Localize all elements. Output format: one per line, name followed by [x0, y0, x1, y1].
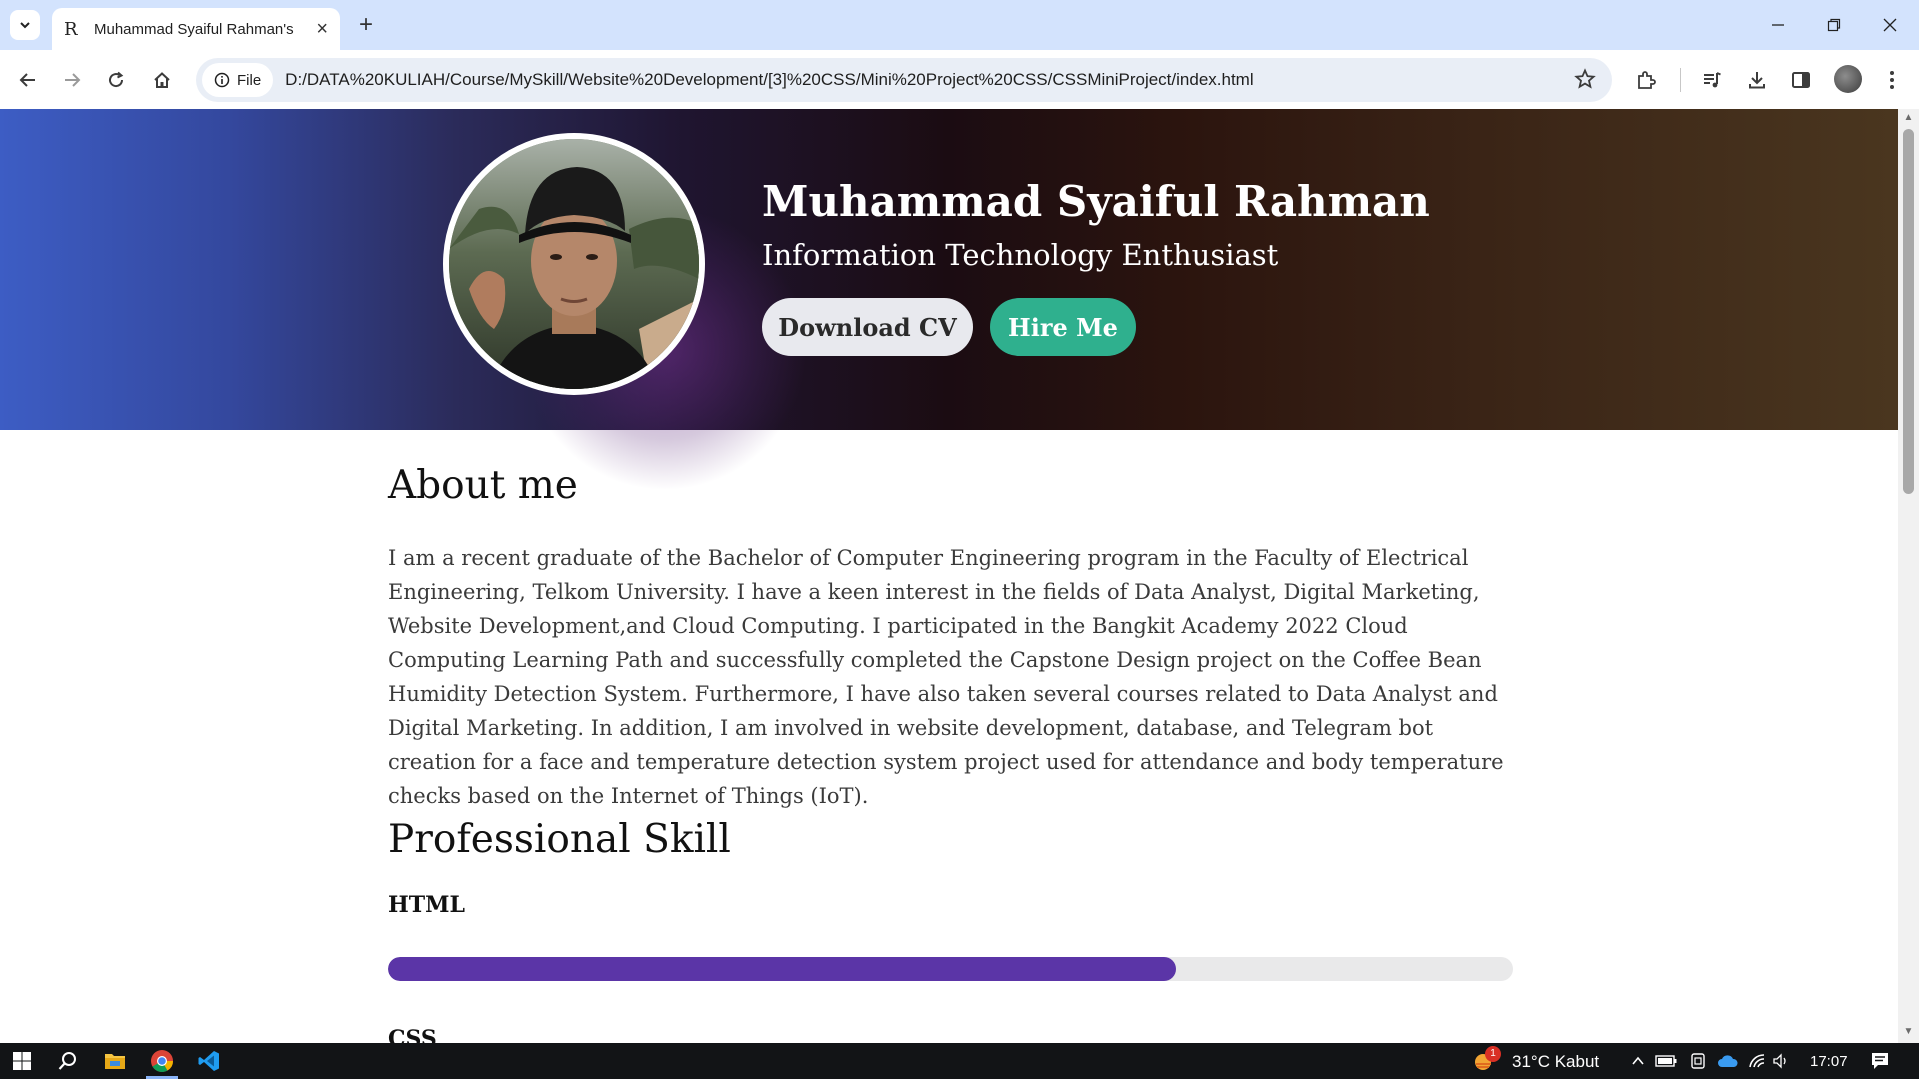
clock-time[interactable]: 17:07	[1810, 1053, 1848, 1070]
close-window-icon[interactable]	[1862, 0, 1918, 50]
address-bar[interactable]: File D:/DATA%20KULIAH/Course/MySkill/Web…	[196, 58, 1612, 102]
weather-text[interactable]: 31°C Kabut	[1512, 1052, 1599, 1072]
hire-me-button[interactable]: Hire Me	[990, 298, 1136, 356]
about-heading: About me	[388, 463, 578, 508]
side-panel-icon[interactable]	[1785, 64, 1817, 96]
close-icon[interactable]: ×	[316, 18, 328, 41]
notifications-icon[interactable]	[1866, 1047, 1894, 1075]
battery-icon[interactable]	[1652, 1047, 1680, 1075]
skill-label-html: HTML	[388, 892, 465, 918]
page-viewport: Muhammad Syaiful Rahman Information Tech…	[0, 109, 1898, 1043]
chevron-up-icon[interactable]	[1624, 1047, 1652, 1075]
tab-search-button[interactable]	[10, 10, 40, 40]
profile-photo	[443, 133, 705, 395]
scroll-thumb[interactable]	[1903, 129, 1914, 494]
restore-icon[interactable]	[1806, 0, 1862, 50]
chrome-icon[interactable]	[148, 1047, 176, 1075]
search-icon[interactable]	[54, 1047, 82, 1075]
download-cv-button[interactable]: Download CV	[762, 298, 973, 356]
tab-favicon: R	[64, 18, 78, 40]
back-icon[interactable]	[12, 64, 44, 96]
url-text[interactable]: D:/DATA%20KULIAH/Course/MySkill/Website%…	[285, 70, 1253, 90]
vscode-icon[interactable]	[195, 1047, 223, 1075]
hero-name: Muhammad Syaiful Rahman	[762, 177, 1430, 226]
tab-bar: R Muhammad Syaiful Rahman's × +	[0, 0, 1919, 50]
skill-bar-html	[388, 957, 1513, 981]
chevron-down-icon	[20, 22, 30, 29]
skill-label-css: CSS	[388, 1026, 437, 1043]
scroll-down-icon[interactable]: ▼	[1903, 1027, 1914, 1037]
volume-icon[interactable]	[1768, 1047, 1796, 1075]
about-paragraph: I am a recent graduate of the Bachelor o…	[388, 546, 1504, 808]
hero-banner: Muhammad Syaiful Rahman Information Tech…	[0, 109, 1898, 489]
onedrive-icon[interactable]	[1714, 1047, 1742, 1075]
extensions-icon[interactable]	[1630, 64, 1662, 96]
windows-start-icon[interactable]	[8, 1047, 36, 1075]
reload-icon[interactable]	[100, 64, 132, 96]
browser-tab[interactable]: R Muhammad Syaiful Rahman's ×	[52, 8, 340, 50]
forward-icon[interactable]	[56, 64, 88, 96]
toolbar-divider	[1680, 68, 1681, 92]
os-taskbar: 1 31°C Kabut 17:07	[0, 1043, 1919, 1079]
new-tab-button[interactable]: +	[350, 9, 382, 41]
skill-bar-fill-html	[388, 957, 1176, 981]
home-icon[interactable]	[146, 64, 178, 96]
bookmark-star-icon[interactable]	[1574, 68, 1596, 95]
minimize-icon[interactable]	[1750, 0, 1806, 50]
device-icon[interactable]	[1684, 1047, 1712, 1075]
site-info-chip[interactable]: File	[202, 63, 274, 97]
weather-badge: 1	[1485, 1046, 1501, 1062]
info-icon	[214, 72, 230, 88]
scroll-up-icon[interactable]: ▲	[1903, 113, 1914, 123]
media-control-icon[interactable]	[1696, 64, 1728, 96]
site-chip-label: File	[237, 71, 262, 89]
skills-heading: Professional Skill	[388, 817, 731, 862]
more-menu-icon[interactable]	[1876, 64, 1908, 96]
file-explorer-icon[interactable]	[101, 1047, 129, 1075]
page-scrollbar[interactable]: ▲ ▼	[1898, 109, 1919, 1043]
download-icon[interactable]	[1741, 64, 1773, 96]
browser-toolbar: File D:/DATA%20KULIAH/Course/MySkill/Web…	[0, 50, 1919, 109]
tab-title: Muhammad Syaiful Rahman's	[94, 20, 294, 38]
hero-role: Information Technology Enthusiast	[762, 238, 1279, 272]
profile-avatar[interactable]	[1834, 65, 1862, 93]
